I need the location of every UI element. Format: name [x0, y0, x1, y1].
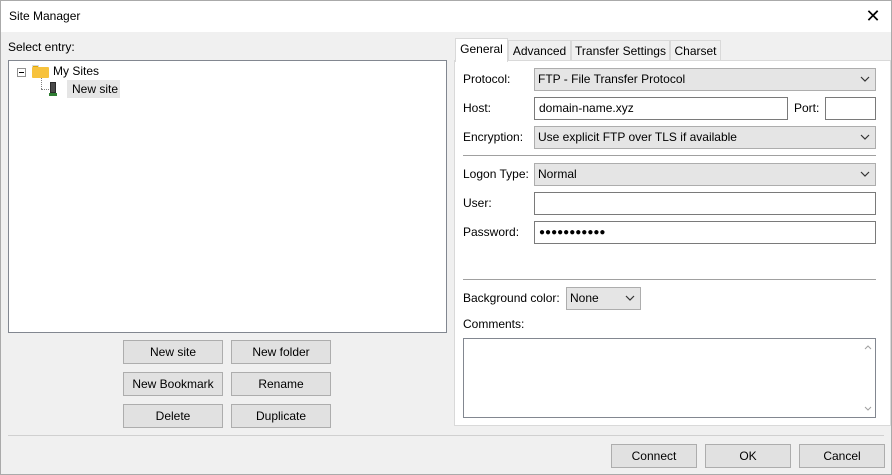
- background-color-value: None: [570, 291, 599, 305]
- protocol-label: Protocol:: [463, 72, 511, 86]
- background-color-label: Background color:: [463, 291, 560, 305]
- ok-button[interactable]: OK: [705, 444, 791, 468]
- logon-type-value: Normal: [538, 167, 577, 181]
- logon-type-label: Logon Type:: [463, 167, 529, 181]
- collapse-icon[interactable]: [17, 68, 26, 77]
- title-bar: Site Manager ✕: [1, 1, 891, 32]
- chevron-down-icon: [860, 134, 870, 140]
- cancel-button[interactable]: Cancel: [799, 444, 885, 468]
- site-manager-window: Site Manager ✕ Select entry: My Sites Ne…: [0, 0, 892, 475]
- encryption-label: Encryption:: [463, 130, 524, 144]
- separator: [463, 155, 876, 156]
- user-label: User:: [463, 196, 492, 210]
- tab-advanced[interactable]: Advanced: [508, 40, 571, 62]
- port-input[interactable]: [825, 97, 876, 120]
- tree-node-new-site[interactable]: New site: [72, 81, 118, 97]
- logon-type-select[interactable]: Normal: [534, 163, 876, 186]
- encryption-select[interactable]: Use explicit FTP over TLS if available: [534, 126, 876, 149]
- comments-label: Comments:: [463, 317, 525, 331]
- password-label: Password:: [463, 225, 520, 239]
- host-input[interactable]: domain-name.xyz: [534, 97, 788, 120]
- scroll-up-icon[interactable]: [863, 342, 873, 352]
- background-color-select[interactable]: None: [566, 287, 641, 310]
- computer-icon: [49, 82, 57, 96]
- host-label: Host:: [463, 101, 492, 115]
- tree-line: [41, 78, 42, 89]
- user-input[interactable]: [534, 192, 876, 215]
- connect-button[interactable]: Connect: [611, 444, 697, 468]
- new-site-button[interactable]: New site: [123, 340, 223, 364]
- footer-separator: [8, 435, 884, 436]
- comments-textarea[interactable]: [463, 338, 876, 418]
- delete-button[interactable]: Delete: [123, 404, 223, 428]
- protocol-select[interactable]: FTP - File Transfer Protocol: [534, 68, 876, 91]
- site-tree[interactable]: My Sites: [8, 60, 447, 333]
- encryption-value: Use explicit FTP over TLS if available: [538, 130, 737, 144]
- chevron-down-icon: [860, 171, 870, 177]
- select-entry-label: Select entry:: [8, 40, 75, 54]
- tab-transfer-settings[interactable]: Transfer Settings: [571, 40, 670, 62]
- password-input[interactable]: ●●●●●●●●●●●: [534, 221, 876, 244]
- window-title: Site Manager: [9, 9, 81, 23]
- new-folder-button[interactable]: New folder: [231, 340, 331, 364]
- chevron-down-icon: [625, 295, 635, 301]
- tab-charset[interactable]: Charset: [670, 40, 721, 62]
- rename-button[interactable]: Rename: [231, 372, 331, 396]
- tab-general[interactable]: General: [455, 38, 508, 62]
- chevron-down-icon: [860, 76, 870, 82]
- scroll-down-icon[interactable]: [863, 404, 873, 414]
- port-label: Port:: [794, 101, 820, 115]
- duplicate-button[interactable]: Duplicate: [231, 404, 331, 428]
- tree-node-my-sites[interactable]: My Sites: [53, 62, 99, 80]
- protocol-value: FTP - File Transfer Protocol: [538, 72, 686, 86]
- new-bookmark-button[interactable]: New Bookmark: [123, 372, 223, 396]
- separator: [463, 279, 876, 280]
- folder-icon: [32, 65, 49, 78]
- close-icon[interactable]: ✕: [861, 4, 885, 28]
